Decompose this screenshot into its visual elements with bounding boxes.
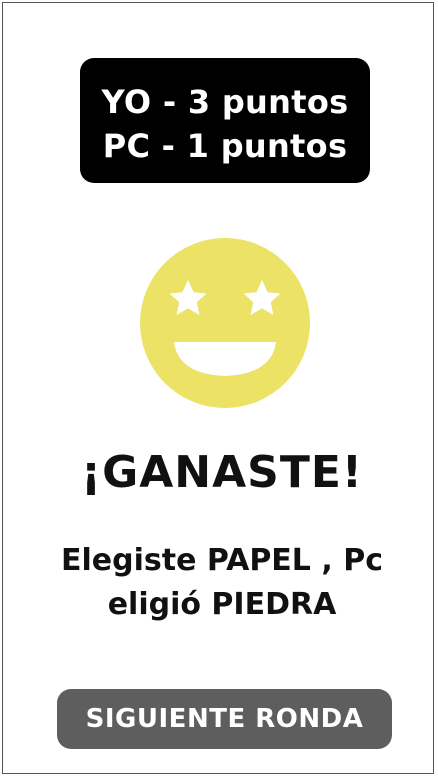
scoreboard: YO - 3 puntos PC - 1 puntos <box>80 58 370 183</box>
player-score: YO - 3 puntos <box>101 83 349 121</box>
result-title: ¡GANASTE! <box>81 447 363 498</box>
result-detail: Elegiste PAPEL , Pc eligió PIEDRA <box>61 543 383 622</box>
pc-score: PC - 1 puntos <box>102 127 348 165</box>
game-screen: YO - 3 puntos PC - 1 puntos ¡GANASTE! El… <box>2 2 434 774</box>
next-round-button[interactable]: SIGUIENTE RONDA <box>57 689 392 749</box>
star-struck-face-icon <box>140 238 310 408</box>
